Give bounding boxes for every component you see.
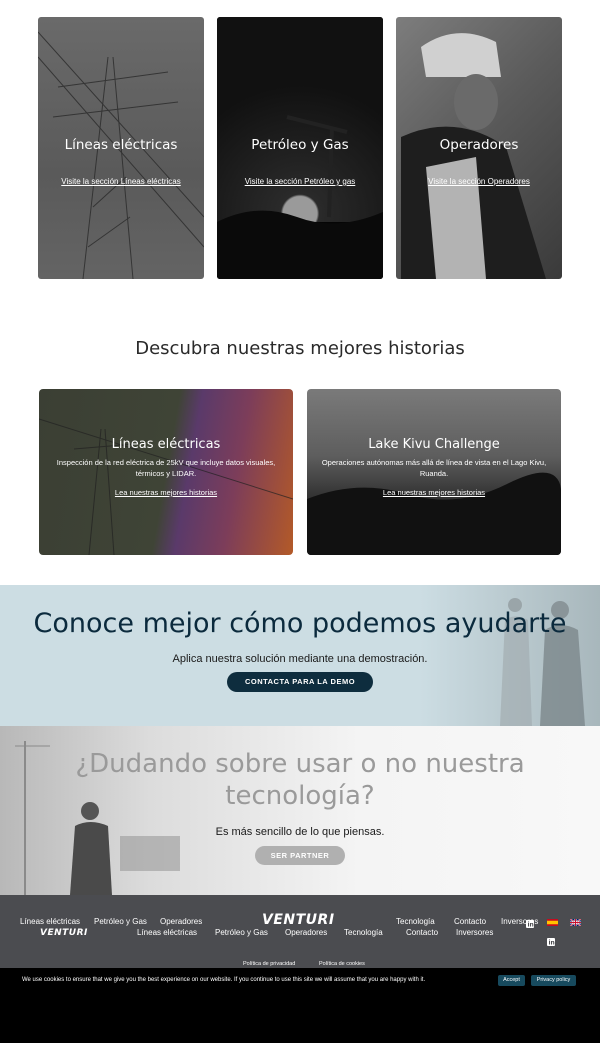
footer-center-link-oil-gas[interactable]: Petróleo y Gas	[215, 928, 268, 937]
svg-text:in: in	[549, 940, 555, 947]
footer-link-contact[interactable]: Contacto	[454, 917, 486, 926]
card-title: Operadores	[439, 137, 519, 153]
footer-logo-small[interactable]: VENTURI	[40, 928, 88, 938]
doubt-heading: ¿Dudando sobre usar o no nuestra tecnolo…	[75, 749, 525, 811]
svg-text:in: in	[528, 922, 534, 929]
story-link[interactable]: Lea nuestras mejores historias	[307, 488, 561, 497]
uk-flag-icon[interactable]	[570, 919, 581, 926]
card-oil-gas[interactable]: Petróleo y Gas Visite la sección Petróle…	[217, 17, 383, 279]
story-card-lake-kivu[interactable]: Lake Kivu Challenge Operaciones autónoma…	[307, 389, 561, 555]
linkedin-icon-2[interactable]: in	[547, 938, 555, 946]
card-link[interactable]: Visite la sección Líneas eléctricas	[38, 177, 204, 186]
card-operators[interactable]: Operadores Visite la sección Operadores	[396, 17, 562, 279]
card-power-lines[interactable]: Líneas eléctricas Visite la sección Líne…	[38, 17, 204, 279]
cookie-privacy-button[interactable]: Privacy policy	[531, 975, 576, 986]
footer-center-link-contact[interactable]: Contacto	[406, 928, 438, 937]
card-link[interactable]: Visite la sección Petróleo y gas	[217, 177, 383, 186]
partner-button[interactable]: Ser partner	[255, 846, 345, 865]
cookie-message: We use cookies to ensure that we give yo…	[22, 977, 426, 983]
cookie-bar: We use cookies to ensure that we give yo…	[0, 968, 600, 1043]
privacy-policy-link[interactable]: Política de privacidad	[243, 961, 295, 967]
cookie-accept-button[interactable]: Accept	[498, 975, 525, 986]
spain-flag-icon[interactable]	[547, 919, 558, 926]
footer-center-link-power-lines[interactable]: Líneas eléctricas	[137, 928, 197, 937]
story-description: Operaciones autónomas más allá de línea …	[321, 458, 547, 478]
help-heading: Conoce mejor cómo podemos ayudarte	[33, 608, 567, 639]
card-title: Líneas eléctricas	[64, 137, 178, 153]
help-subtitle: Aplica nuestra solución mediante una dem…	[172, 653, 428, 665]
contact-demo-button[interactable]: Contacta para la demo	[227, 672, 373, 692]
footer-center-link-technology[interactable]: Tecnología	[344, 928, 383, 937]
story-description: Inspección de la red eléctrica de 25kV q…	[56, 458, 276, 478]
story-card-power-lines[interactable]: Líneas eléctricas Inspección de la red e…	[39, 389, 293, 555]
footer-link-operators[interactable]: Operadores	[160, 917, 202, 926]
cookies-policy-link[interactable]: Política de cookies	[319, 961, 365, 967]
story-title: Lake Kivu Challenge	[368, 437, 500, 452]
stories-heading: Descubra nuestras mejores historias	[135, 338, 465, 359]
footer-link-power-lines[interactable]: Líneas eléctricas	[20, 917, 80, 926]
linkedin-icon[interactable]: in	[526, 920, 534, 928]
doubt-section: ¿Dudando sobre usar o no nuestra tecnolo…	[0, 726, 600, 895]
footer-center-link-investors[interactable]: Inversores	[456, 928, 493, 937]
story-link[interactable]: Lea nuestras mejores historias	[39, 488, 293, 497]
footer-link-technology[interactable]: Tecnología	[396, 917, 435, 926]
footer-logo[interactable]: VENTURI	[262, 912, 335, 928]
card-title: Petróleo y Gas	[251, 137, 349, 153]
site-footer: Líneas eléctricas Petróleo y Gas Operado…	[0, 895, 600, 968]
footer-link-oil-gas[interactable]: Petróleo y Gas	[94, 917, 147, 926]
doubt-subtitle: Es más sencillo de lo que piensas.	[215, 826, 385, 838]
footer-center-link-operators[interactable]: Operadores	[285, 928, 327, 937]
help-section: Conoce mejor cómo podemos ayudarte Aplic…	[0, 585, 600, 726]
story-title: Líneas eléctricas	[111, 437, 221, 452]
card-link[interactable]: Visite la sección Operadores	[396, 177, 562, 186]
